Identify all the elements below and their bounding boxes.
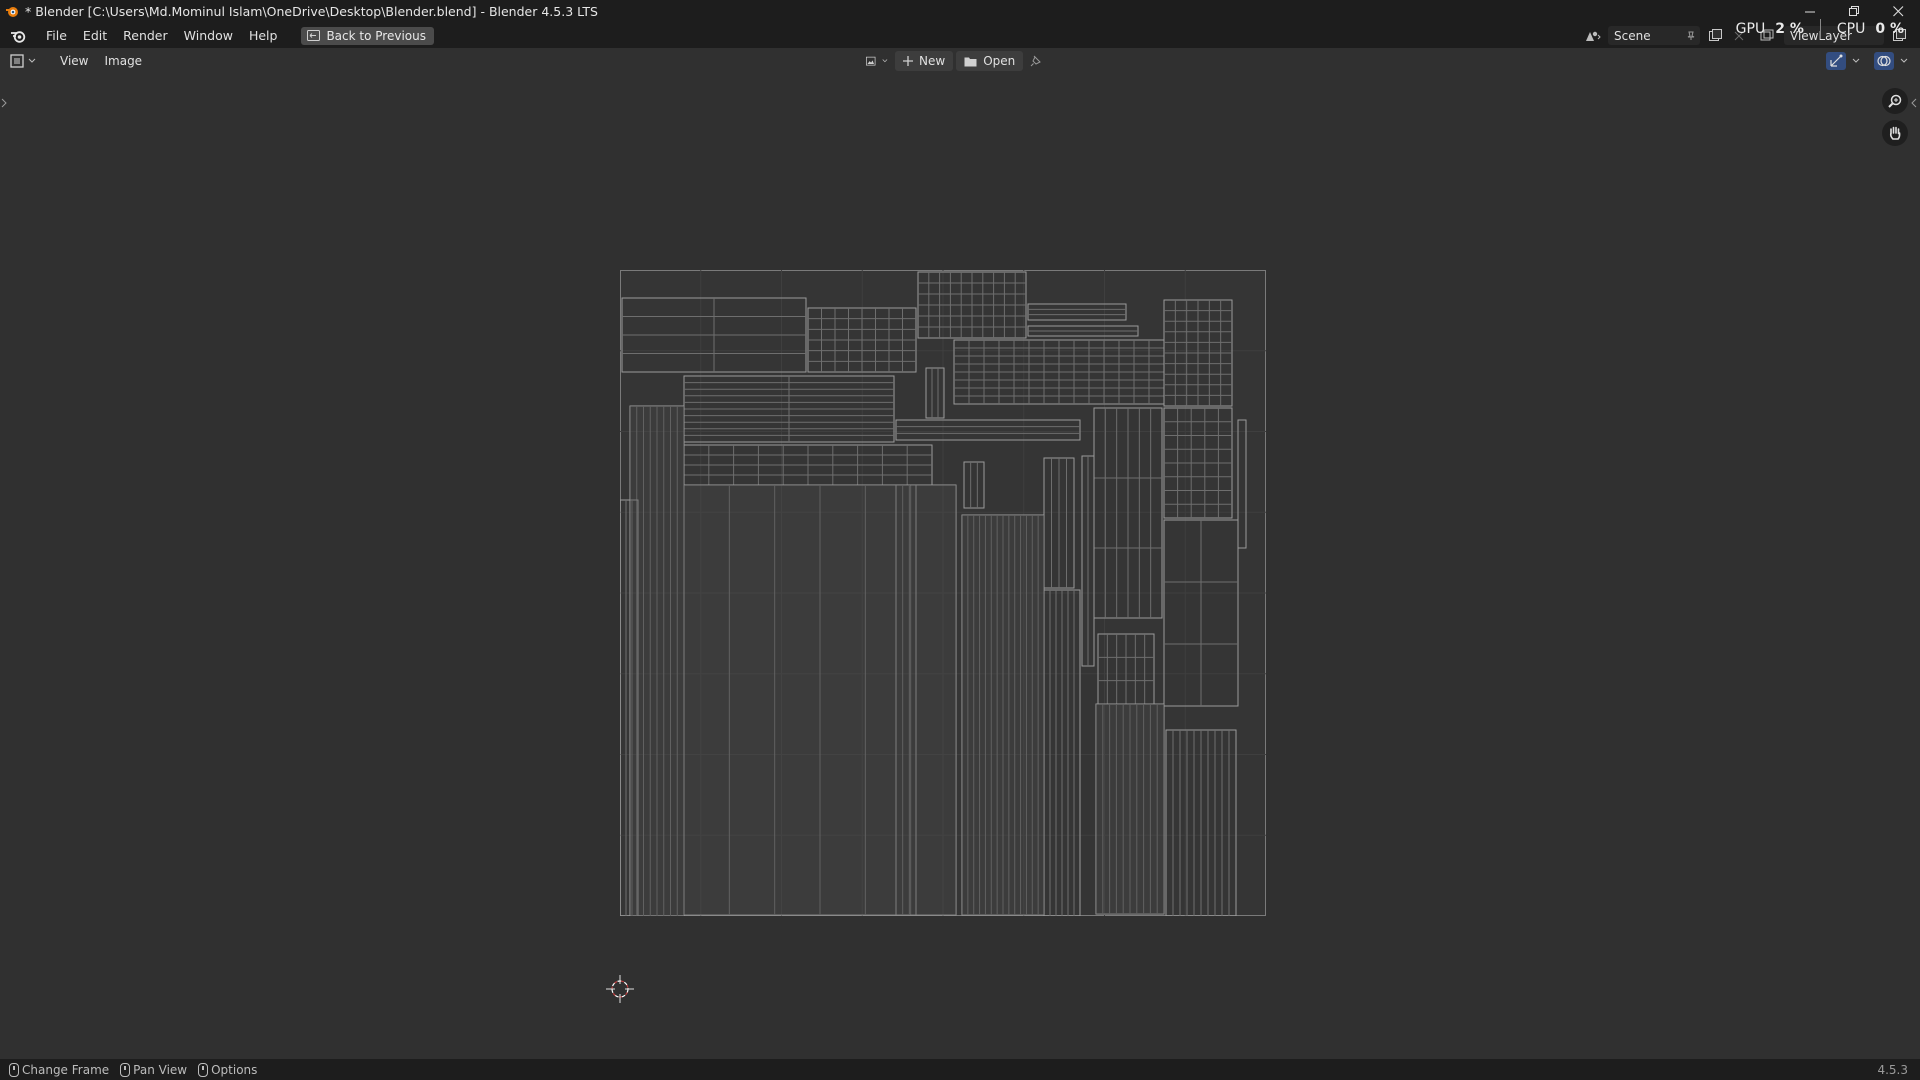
mouse-left-icon bbox=[9, 1062, 19, 1077]
cpu-value: 0 % bbox=[1875, 21, 1904, 37]
new-scene-icon[interactable] bbox=[1706, 27, 1724, 45]
status-hint-options: Options bbox=[198, 1062, 258, 1077]
chevron-down-icon[interactable] bbox=[1852, 58, 1860, 64]
window-title: * Blender [C:\Users\Md.Mominul Islam\One… bbox=[25, 4, 598, 19]
image-icon bbox=[866, 56, 876, 66]
status-bar: Change Frame Pan View Options 4.5.3 bbox=[0, 1059, 1920, 1080]
folder-icon bbox=[964, 57, 977, 66]
browse-image-button[interactable] bbox=[862, 51, 892, 71]
top-menu-bar: File Edit Render Window Help Back to Pre… bbox=[0, 23, 1920, 48]
pin-image-button[interactable] bbox=[1026, 51, 1050, 71]
menu-help[interactable]: Help bbox=[241, 23, 286, 48]
divider bbox=[1819, 19, 1821, 39]
new-image-button[interactable]: New bbox=[895, 51, 954, 71]
navigation-gizmo bbox=[1882, 88, 1908, 146]
toolbar-toggle-chevron-right-icon[interactable] bbox=[0, 98, 10, 112]
blender-logo-icon[interactable] bbox=[6, 24, 30, 48]
status-hint-pan-view: Pan View bbox=[120, 1062, 188, 1077]
header-right-controls bbox=[1826, 51, 1908, 71]
2d-cursor-icon[interactable] bbox=[606, 975, 634, 1003]
uv-island-fill bbox=[684, 485, 956, 915]
plus-icon bbox=[903, 56, 913, 66]
image-editor-header: View Image New Open bbox=[0, 48, 1920, 74]
scene-selector: Scene bbox=[1584, 25, 1748, 46]
hand-icon bbox=[1889, 126, 1901, 140]
open-image-label: Open bbox=[983, 54, 1016, 68]
minimize-icon bbox=[1804, 11, 1815, 13]
back-to-previous-button[interactable]: Back to Previous bbox=[301, 26, 434, 45]
scene-browse-icon[interactable] bbox=[1584, 27, 1602, 45]
menu-edit[interactable]: Edit bbox=[75, 23, 115, 48]
uv-editor-viewport[interactable] bbox=[0, 74, 1920, 1059]
pin-icon[interactable] bbox=[1686, 31, 1696, 41]
overlays-icon bbox=[1877, 55, 1891, 67]
menu-window[interactable]: Window bbox=[176, 23, 241, 48]
image-datablock-controls: New Open bbox=[862, 51, 1050, 71]
menu-view[interactable]: View bbox=[52, 54, 96, 68]
version-label: 4.5.3 bbox=[1877, 1062, 1908, 1077]
sidebar-toggle-chevron-left-icon[interactable] bbox=[1910, 98, 1920, 112]
zoom-view-button[interactable] bbox=[1882, 88, 1908, 114]
editor-type-dropdown[interactable] bbox=[10, 51, 38, 71]
gizmo-icon bbox=[1830, 54, 1843, 67]
status-hint-change-frame: Change Frame bbox=[9, 1062, 110, 1077]
open-image-button[interactable]: Open bbox=[956, 51, 1024, 71]
chevron-down-icon bbox=[882, 59, 888, 63]
performance-overlay: GPU 2 % CPU 0 % bbox=[1736, 19, 1904, 39]
menu-file[interactable]: File bbox=[38, 23, 75, 48]
status-hint-label: Pan View bbox=[133, 1062, 188, 1077]
overlays-toggle-button[interactable] bbox=[1874, 52, 1894, 70]
chevron-down-icon bbox=[28, 58, 36, 63]
gpu-value: 2 % bbox=[1775, 21, 1804, 37]
uv-editor-icon bbox=[10, 54, 24, 68]
magnifier-plus-icon bbox=[1888, 94, 1902, 108]
gpu-label: GPU bbox=[1735, 21, 1766, 37]
title-bar: * Blender [C:\Users\Md.Mominul Islam\One… bbox=[0, 0, 1920, 23]
mouse-right-icon bbox=[198, 1062, 209, 1077]
new-image-label: New bbox=[919, 54, 946, 68]
mouse-middle-icon bbox=[120, 1062, 131, 1077]
cpu-label: CPU bbox=[1836, 21, 1866, 37]
scene-name-field[interactable]: Scene bbox=[1608, 26, 1700, 45]
status-hint-label: Options bbox=[211, 1062, 258, 1077]
screen-back-icon bbox=[307, 30, 321, 41]
blender-app-icon bbox=[5, 5, 19, 19]
pin-icon bbox=[1030, 55, 1042, 67]
menu-image[interactable]: Image bbox=[96, 54, 150, 68]
back-to-previous-label: Back to Previous bbox=[326, 28, 426, 43]
uv-island-fill bbox=[630, 406, 684, 916]
status-hint-label: Change Frame bbox=[22, 1062, 110, 1077]
restore-icon bbox=[1848, 6, 1859, 16]
uv-layout-canvas[interactable] bbox=[620, 270, 1266, 916]
chevron-down-icon[interactable] bbox=[1900, 58, 1908, 64]
scene-name: Scene bbox=[1614, 28, 1651, 43]
uv-island-fill bbox=[962, 515, 1044, 915]
gizmo-toggle-button[interactable] bbox=[1826, 52, 1846, 70]
menu-render[interactable]: Render bbox=[115, 23, 176, 48]
pan-view-button[interactable] bbox=[1882, 120, 1908, 146]
close-icon bbox=[1892, 6, 1903, 17]
uv-island-fill bbox=[1096, 704, 1164, 914]
